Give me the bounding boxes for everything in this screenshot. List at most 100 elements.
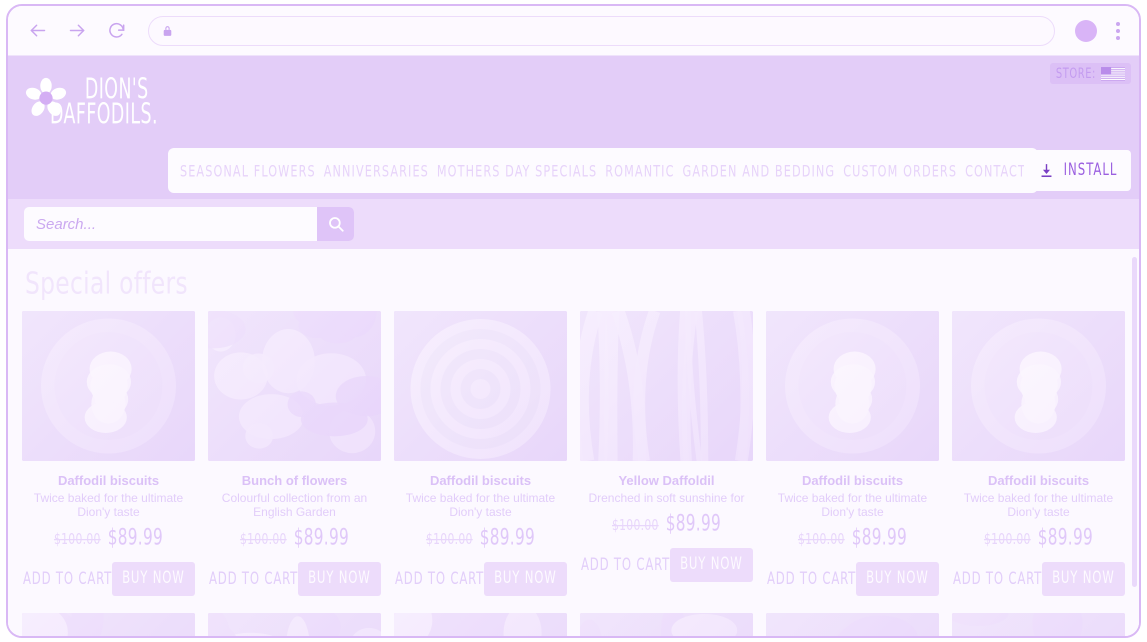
- add-to-cart-button[interactable]: Add to cart: [209, 569, 298, 589]
- buy-now-button[interactable]: Buy now: [112, 562, 195, 596]
- product-actions: Add to cart Buy now: [766, 562, 939, 596]
- product-description: Colourful collection from an English Gar…: [221, 491, 368, 519]
- nav-item-mothers-day-specials[interactable]: Mothers Day Specials: [437, 161, 597, 181]
- search-container: [24, 207, 354, 241]
- product-price: $89.99: [107, 525, 164, 551]
- product-image[interactable]: [208, 613, 381, 636]
- product-grid-row-2: [8, 596, 1139, 636]
- nav-item-garden-and-bedding[interactable]: Garden and Bedding: [683, 161, 836, 181]
- product-title: Daffodil biscuits: [57, 473, 160, 488]
- buy-now-label: Buy now: [680, 554, 743, 575]
- product-price-row: $100.00 $89.99: [394, 525, 567, 551]
- address-bar[interactable]: [148, 15, 1055, 46]
- logo-line-2: Daffodils.: [50, 97, 158, 131]
- profile-avatar-icon[interactable]: [1075, 19, 1097, 42]
- product-image[interactable]: [952, 311, 1125, 461]
- store-region-badge[interactable]: Store:: [1049, 63, 1131, 84]
- product-description: Drenched in soft sunshine for: [588, 491, 745, 505]
- search-submit-button[interactable]: [317, 207, 354, 241]
- install-label: Install: [1063, 160, 1118, 181]
- product-card: [394, 613, 567, 636]
- product-image[interactable]: [22, 311, 195, 461]
- product-grid: Daffodil biscuits Twice baked for the ul…: [8, 297, 1139, 596]
- nav-item-anniversaries[interactable]: Anniversaries: [324, 161, 429, 181]
- page-viewport: Dion's Daffodils. Store:: [8, 56, 1139, 636]
- nav-item-custom-orders[interactable]: Custom Orders: [843, 161, 957, 181]
- product-image[interactable]: [208, 311, 381, 461]
- buy-now-label: Buy now: [1052, 568, 1115, 589]
- buy-now-label: Buy now: [308, 568, 371, 589]
- nav-item-seasonal-flowers[interactable]: Seasonal Flowers: [180, 161, 316, 181]
- buy-now-button[interactable]: Buy now: [484, 562, 567, 596]
- product-card: [580, 613, 753, 636]
- reload-icon: [109, 22, 125, 38]
- add-to-cart-button[interactable]: Add to cart: [953, 569, 1042, 589]
- buy-now-button[interactable]: Buy now: [670, 548, 753, 582]
- product-price: $89.99: [665, 511, 722, 537]
- back-button[interactable]: [22, 16, 52, 46]
- buy-now-button[interactable]: Buy now: [298, 562, 381, 596]
- buy-now-label: Buy now: [122, 568, 185, 589]
- add-to-cart-button[interactable]: Add to cart: [23, 569, 112, 589]
- product-card: [766, 613, 939, 636]
- product-old-price: $100.00: [239, 530, 287, 548]
- product-price-row: $100.00 $89.99: [22, 525, 195, 551]
- product-description: Twice baked for the ultimate Dion'y tast…: [777, 491, 928, 519]
- kebab-menu-icon[interactable]: [1107, 21, 1129, 40]
- product-old-price: $100.00: [797, 530, 845, 548]
- product-card: Yellow Daffoldil Drenched in soft sunshi…: [580, 311, 753, 596]
- product-description: Twice baked for the ultimate Dion'y tast…: [33, 491, 184, 519]
- product-image[interactable]: [394, 311, 567, 461]
- product-image[interactable]: [952, 613, 1125, 636]
- product-actions: Add to cart Buy now: [952, 562, 1125, 596]
- product-price-row: $100.00 $89.99: [208, 525, 381, 551]
- lock-icon: [163, 25, 172, 36]
- nav-item-contact[interactable]: Contact: [965, 161, 1026, 181]
- main-navigation: Seasonal Flowers Anniversaries Mothers D…: [168, 148, 1038, 193]
- product-actions: Add to cart Buy now: [580, 548, 753, 582]
- nav-item-romantic[interactable]: Romantic: [605, 161, 674, 181]
- product-title: Yellow Daffoldil: [618, 473, 715, 488]
- product-image[interactable]: [766, 613, 939, 636]
- product-actions: Add to cart Buy now: [208, 562, 381, 596]
- reload-button[interactable]: [102, 16, 132, 46]
- add-to-cart-button[interactable]: Add to cart: [767, 569, 856, 589]
- product-actions: Add to cart Buy now: [22, 562, 195, 596]
- buy-now-label: Buy now: [494, 568, 557, 589]
- kebab-dot: [1116, 35, 1120, 40]
- search-input[interactable]: [24, 207, 317, 241]
- product-price: $89.99: [293, 525, 350, 551]
- download-icon: [1041, 164, 1052, 178]
- product-price-row: $100.00 $89.99: [952, 525, 1125, 551]
- product-image[interactable]: [394, 613, 567, 636]
- buy-now-button[interactable]: Buy now: [1042, 562, 1125, 596]
- product-image[interactable]: [580, 311, 753, 461]
- product-card: Bunch of flowers Colourful collection fr…: [208, 311, 381, 596]
- product-image[interactable]: [766, 311, 939, 461]
- product-old-price: $100.00: [425, 530, 473, 548]
- store-label: Store:: [1055, 65, 1096, 82]
- product-card: Daffodil biscuits Twice baked for the ul…: [952, 311, 1125, 596]
- product-description: Twice baked for the ultimate Dion'y tast…: [405, 491, 556, 519]
- product-image[interactable]: [580, 613, 753, 636]
- buy-now-button[interactable]: Buy now: [856, 562, 939, 596]
- product-description: Twice baked for the ultimate Dion'y tast…: [963, 491, 1114, 519]
- browser-window: Dion's Daffodils. Store:: [6, 4, 1141, 638]
- page-scrollbar[interactable]: [1132, 257, 1137, 587]
- add-to-cart-button[interactable]: Add to cart: [395, 569, 484, 589]
- kebab-dot: [1116, 28, 1120, 33]
- product-card: [22, 613, 195, 636]
- forward-button[interactable]: [62, 16, 92, 46]
- install-button[interactable]: Install: [1024, 150, 1131, 191]
- buy-now-label: Buy now: [866, 568, 929, 589]
- search-bar-row: [8, 199, 1139, 249]
- product-price-row: $100.00 $89.99: [580, 511, 753, 537]
- add-to-cart-button[interactable]: Add to cart: [581, 555, 670, 575]
- product-actions: Add to cart Buy now: [394, 562, 567, 596]
- product-title: Bunch of flowers: [241, 473, 348, 488]
- search-icon: [328, 217, 344, 232]
- site-header: Dion's Daffodils. Store:: [8, 56, 1139, 199]
- product-card: Daffodil biscuits Twice baked for the ul…: [22, 311, 195, 596]
- site-logo[interactable]: Dion's Daffodils.: [24, 62, 174, 142]
- product-image[interactable]: [22, 613, 195, 636]
